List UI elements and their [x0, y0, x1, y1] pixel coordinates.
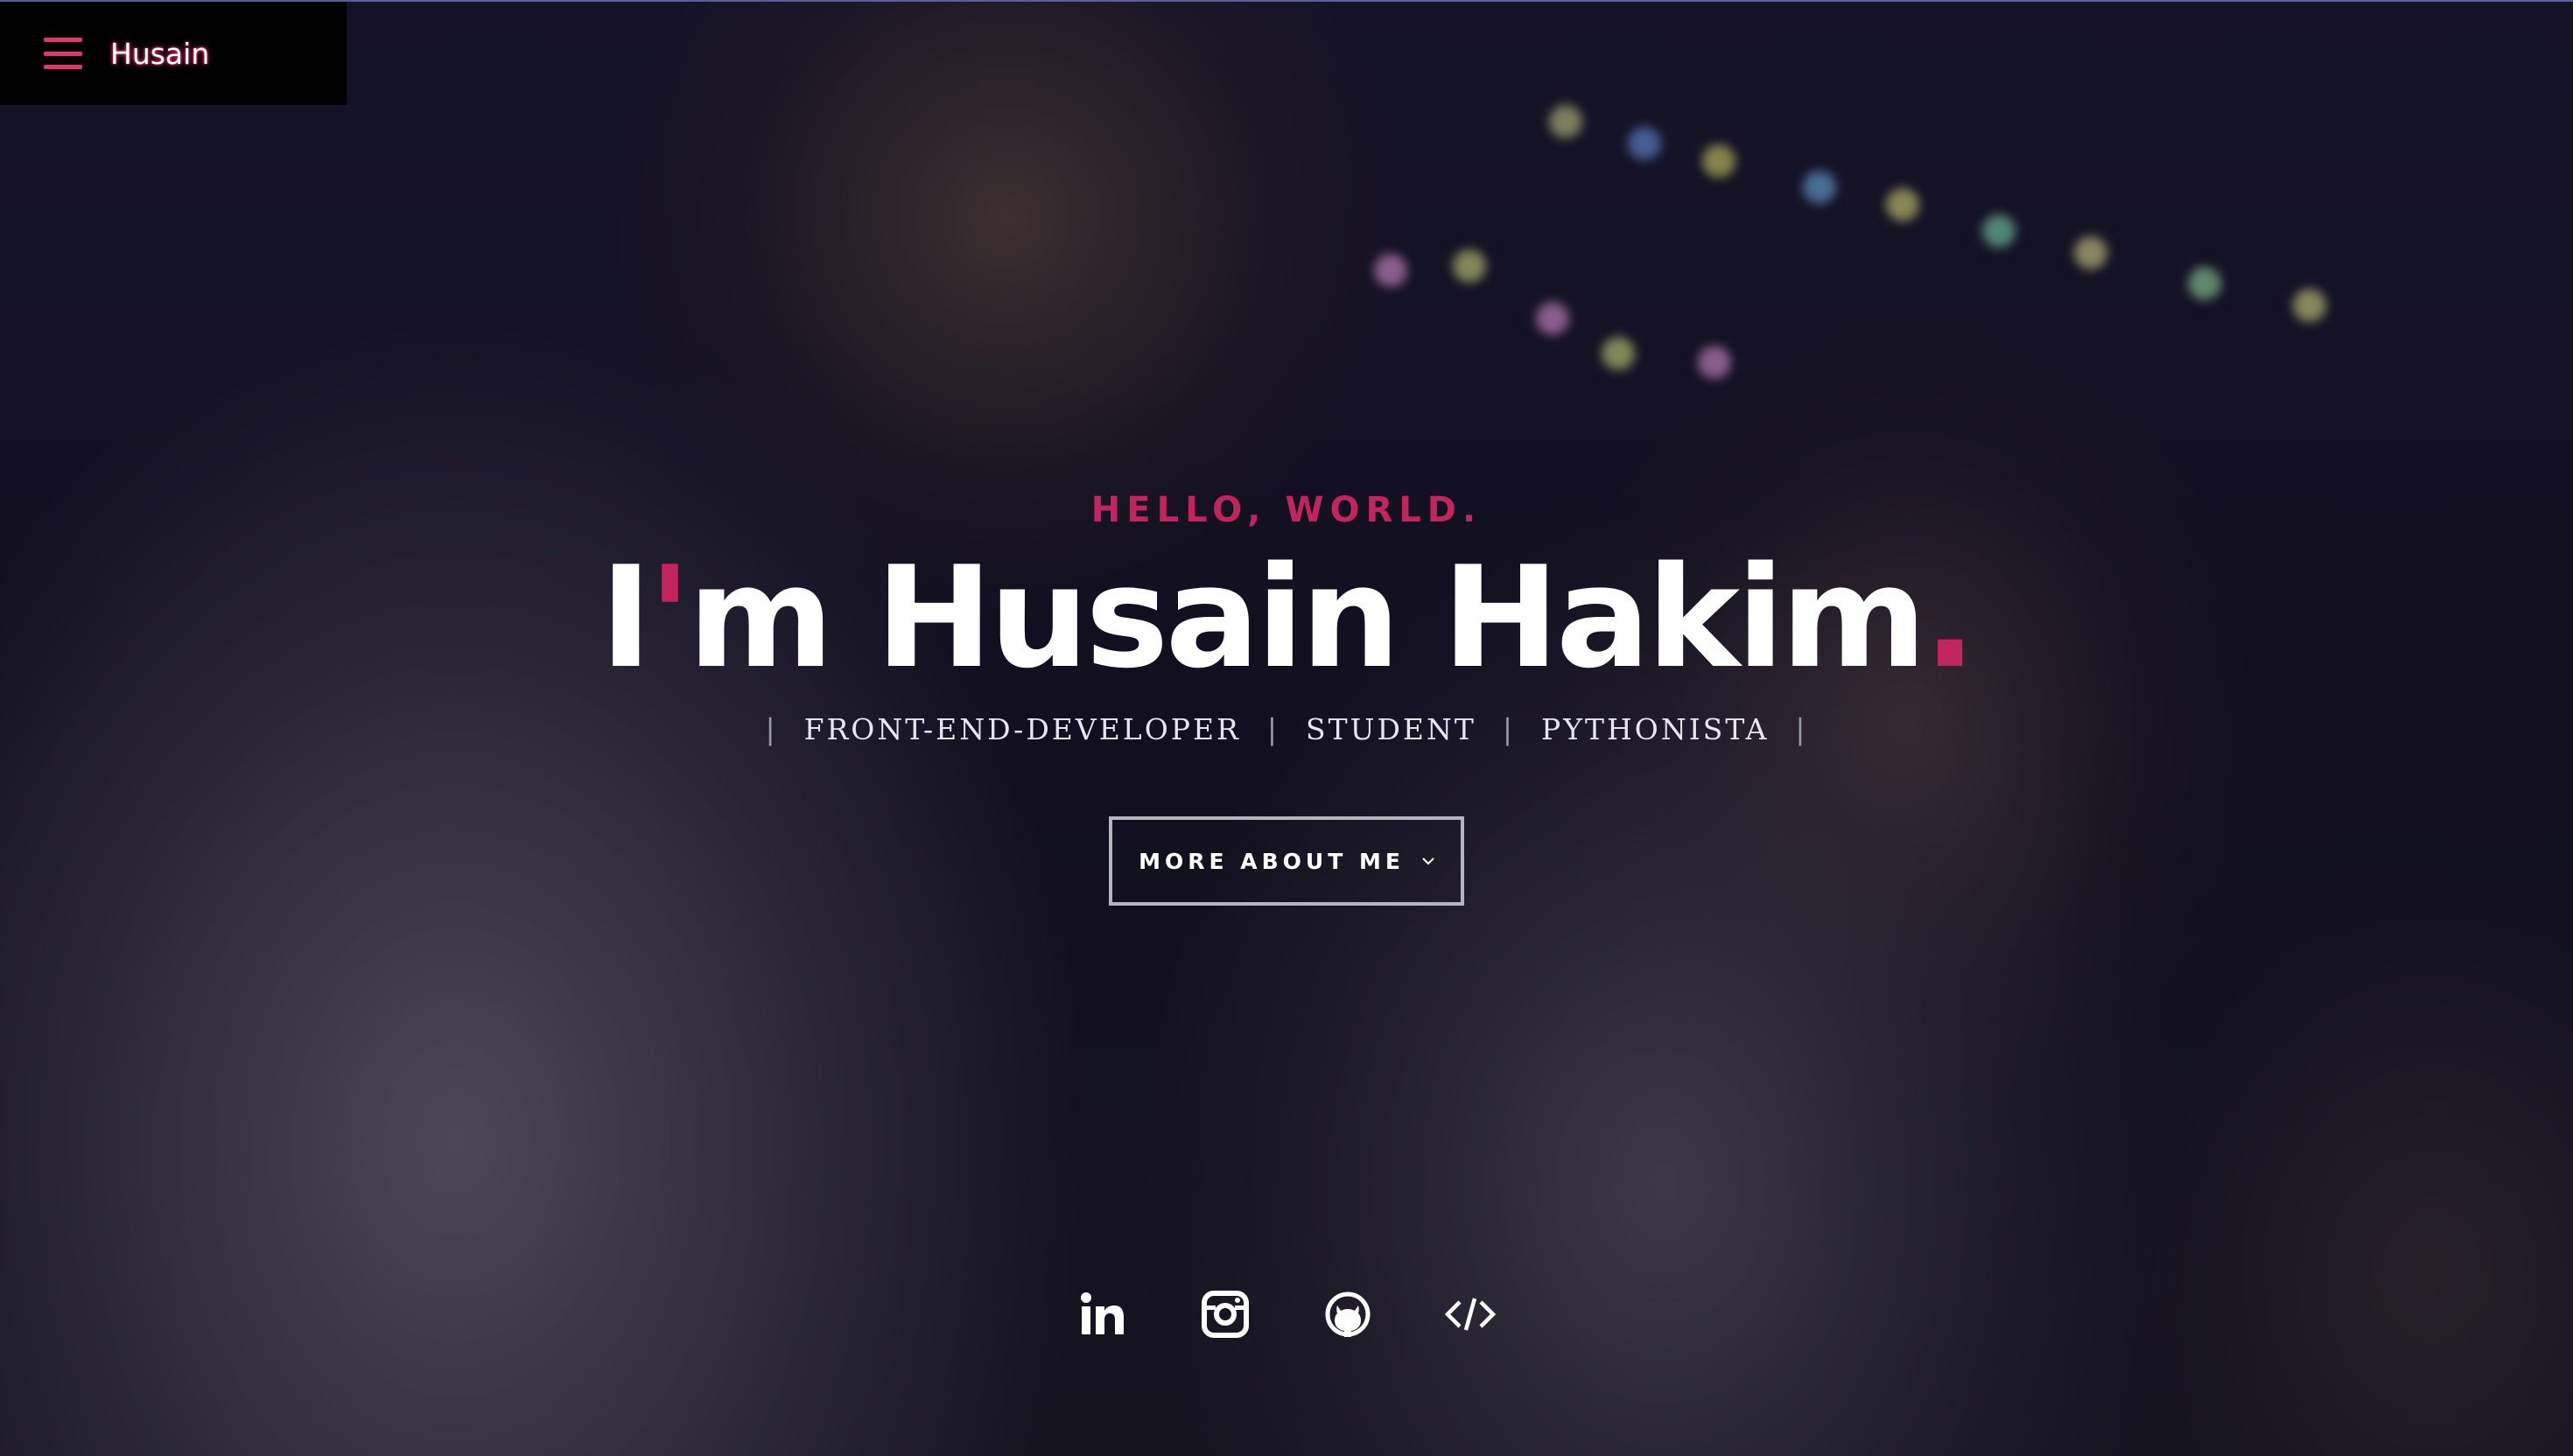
chevron-down-icon [1422, 855, 1434, 867]
role-item: FRONT-END-DEVELOPER [803, 712, 1241, 746]
more-about-me-button[interactable]: MORE ABOUT ME [1109, 816, 1464, 906]
code-icon[interactable] [1444, 1288, 1497, 1340]
site-header: Husain [0, 2, 347, 105]
title-period: . [1923, 536, 1977, 699]
role-separator: | [765, 712, 778, 746]
title-name: m Husain Hakim [688, 536, 1927, 699]
intro-pretitle: HELLO, WORLD. [1090, 490, 1483, 530]
github-icon[interactable] [1322, 1288, 1374, 1340]
role-item: STUDENT [1306, 712, 1476, 746]
site-logo[interactable]: Husain [110, 37, 209, 71]
hamburger-menu-icon[interactable] [44, 38, 82, 69]
hero-section: Husain HELLO, WORLD. I'm Husain Hakim. |… [0, 0, 2573, 1456]
cta-label: MORE ABOUT ME [1139, 848, 1405, 874]
intro-title: I'm Husain Hakim. [0, 548, 2573, 688]
linkedin-icon[interactable] [1076, 1288, 1129, 1340]
title-apostrophe: ' [649, 536, 691, 699]
intro-content: HELLO, WORLD. I'm Husain Hakim. | FRONT-E… [0, 490, 2573, 906]
top-border [0, 0, 2573, 2]
instagram-icon[interactable] [1199, 1288, 1251, 1340]
title-prefix-letter: I [599, 536, 651, 699]
role-separator: | [1502, 712, 1516, 746]
role-item: PYTHONISTA [1541, 712, 1770, 746]
role-separator: | [1266, 712, 1280, 746]
social-links [0, 1288, 2573, 1340]
role-separator: | [1795, 712, 1808, 746]
intro-roles: | FRONT-END-DEVELOPER | STUDENT | PYTHONISTA | [0, 712, 2573, 746]
